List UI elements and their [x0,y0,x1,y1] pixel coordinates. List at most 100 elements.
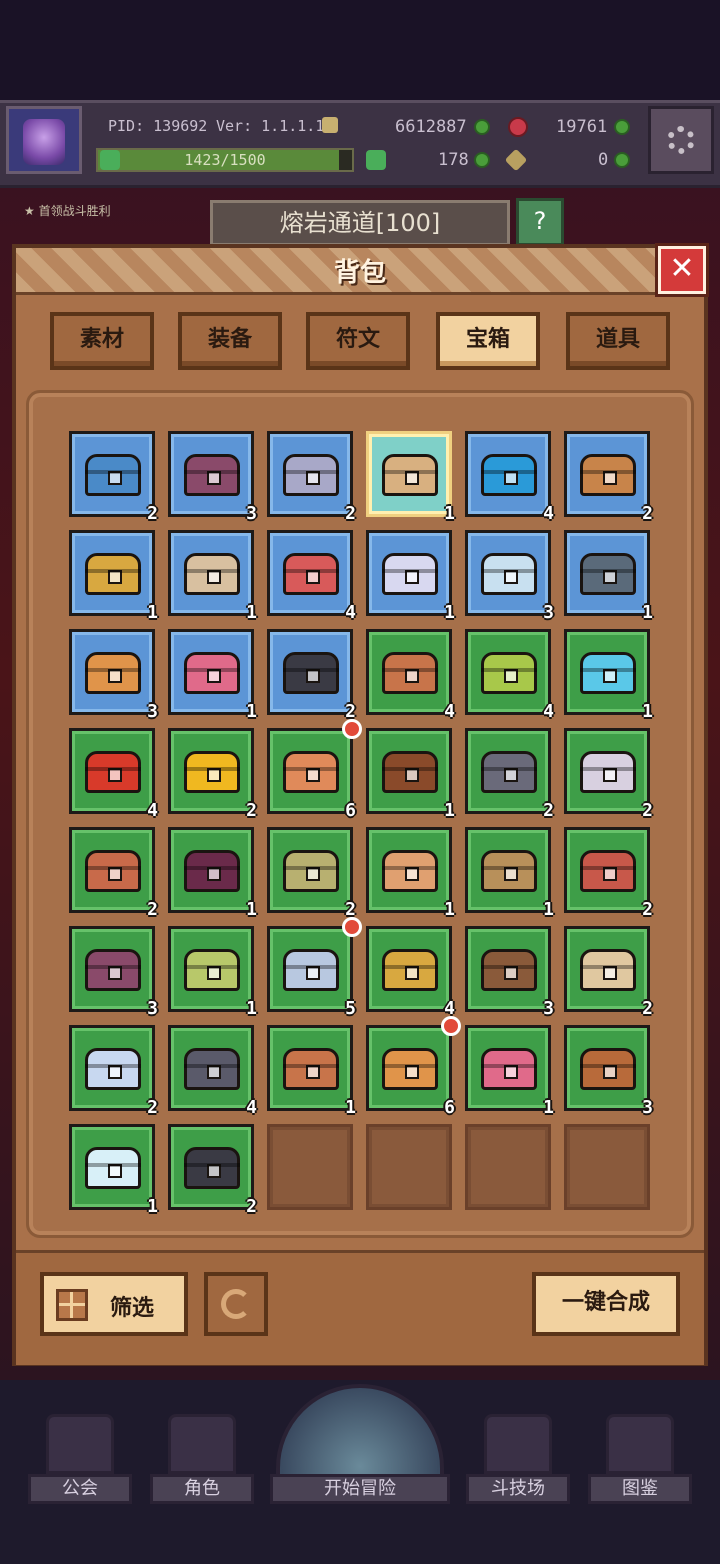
chest-item-slot[interactable]: 2 [267,629,356,722]
add-clover-icon[interactable] [474,152,490,168]
tab-3[interactable]: 宝箱 [436,312,540,370]
chest-item-slot[interactable]: 2 [168,728,257,821]
chest-icon [283,652,339,694]
chest-item-slot[interactable]: 3 [465,530,554,623]
chest-item-slot[interactable]: 1 [366,728,455,821]
arena-icon[interactable] [484,1414,552,1474]
chest-band [580,668,636,672]
chest-icon [580,454,636,496]
chest-item-slot[interactable]: 1 [168,530,257,623]
nav-arena[interactable]: 斗技场 [466,1474,570,1504]
chest-item-slot[interactable]: 1 [267,1025,356,1118]
tab-2[interactable]: 符文 [306,312,410,370]
chest-band [580,866,636,870]
settings-button[interactable] [648,106,714,174]
nav-character[interactable]: 角色 [150,1474,254,1504]
exp-icon [100,150,120,170]
chest-item-slot[interactable]: 4 [465,431,554,524]
item-count: 5 [345,998,356,1019]
item-count: 1 [246,701,257,722]
nav-codex[interactable]: 图鉴 [588,1474,692,1504]
chest-icon [184,553,240,595]
nav-start-adventure[interactable]: 开始冒险 [270,1474,450,1504]
chest-item-slot[interactable]: 1 [366,827,455,920]
chest-icon [184,949,240,991]
chest-item-slot[interactable]: 2 [564,926,653,1019]
chest-band [85,965,141,969]
empty-slot [366,1124,452,1210]
chest-item-slot[interactable]: 1 [465,1025,554,1118]
chest-item-slot[interactable]: 2 [267,431,356,524]
chest-item-slot[interactable]: 6 [366,1016,461,1118]
close-button[interactable]: ✕ [658,246,706,294]
tab-4[interactable]: 道具 [566,312,670,370]
chest-item-slot[interactable]: 4 [168,1025,257,1118]
chest-item-slot[interactable]: 4 [69,728,158,821]
refresh-button[interactable] [204,1272,268,1336]
chest-icon [184,850,240,892]
chest-item-slot[interactable]: 2 [564,728,653,821]
character-icon[interactable] [168,1414,236,1474]
chest-item-slot[interactable]: 3 [69,629,158,722]
chest-icon [382,553,438,595]
tab-1[interactable]: 装备 [178,312,282,370]
info-icon[interactable] [322,117,338,133]
chest-band [85,668,141,672]
chest-item-slot[interactable]: 1 [168,926,257,1019]
chest-item-slot[interactable]: 1 [168,827,257,920]
chest-icon [481,454,537,496]
codex-icon[interactable] [606,1414,674,1474]
chest-icon [580,553,636,595]
item-count: 1 [444,602,455,623]
chest-icon [85,454,141,496]
chest-band [283,767,339,771]
chest-band [283,470,339,474]
chest-item-slot[interactable]: 4 [366,926,455,1019]
chest-item-slot[interactable]: 3 [564,1025,653,1118]
add-gem-icon[interactable] [614,119,630,135]
chest-icon [382,751,438,793]
chest-item-slot[interactable]: 2 [465,728,554,821]
player-avatar[interactable] [6,106,82,174]
chest-item-slot[interactable]: 1 [366,530,455,623]
guild-icon[interactable] [46,1414,114,1474]
item-count: 3 [543,998,554,1019]
filter-button[interactable]: 筛选 [40,1272,188,1336]
chest-item-slot[interactable]: 3 [69,926,158,1019]
chest-item-slot[interactable]: 4 [465,629,554,722]
tab-0[interactable]: 素材 [50,312,154,370]
item-count: 1 [246,602,257,623]
chest-item-slot[interactable]: 4 [366,629,455,722]
item-count: 2 [345,503,356,524]
auto-compose-button[interactable]: 一键合成 [532,1272,680,1336]
chest-item-slot[interactable]: 1 [69,530,158,623]
chest-item-slot[interactable]: 2 [564,827,653,920]
chest-item-slot[interactable]: 1 [168,629,257,722]
chest-item-slot[interactable]: 5 [267,917,362,1019]
chest-band [481,965,537,969]
chest-item-slot[interactable]: 1 [564,629,653,722]
help-button[interactable]: ? [516,198,564,246]
chest-item-slot[interactable]: 2 [69,431,158,524]
chest-item-slot[interactable]: 2 [564,431,653,524]
chest-item-slot[interactable]: 1 [69,1124,158,1217]
chest-item-slot[interactable]: 1 [564,530,653,623]
add-gold-icon[interactable] [474,119,490,135]
chest-item-slot[interactable]: 4 [267,530,356,623]
chest-item-slot[interactable]: 3 [168,431,257,524]
chest-item-slot[interactable]: 2 [69,1025,158,1118]
chest-item-slot[interactable]: 1 [465,827,554,920]
add-key-icon[interactable] [614,152,630,168]
chest-item-slot[interactable]: 6 [267,719,362,821]
quest-tracker[interactable]: ★ 首领战斗胜利 [24,202,111,219]
chest-item-slot[interactable]: 2 [69,827,158,920]
chest-item-slot[interactable]: 2 [168,1124,257,1217]
chest-item-slot[interactable]: 1 [366,431,455,524]
nav-guild[interactable]: 公会 [28,1474,132,1504]
empty-slot [267,1124,353,1210]
chest-item-slot[interactable]: 2 [267,827,356,920]
item-count: 1 [444,899,455,920]
chest-item-slot[interactable]: 3 [465,926,554,1019]
stage-name[interactable]: 熔岩通道[100] [210,200,510,246]
chest-band [283,866,339,870]
